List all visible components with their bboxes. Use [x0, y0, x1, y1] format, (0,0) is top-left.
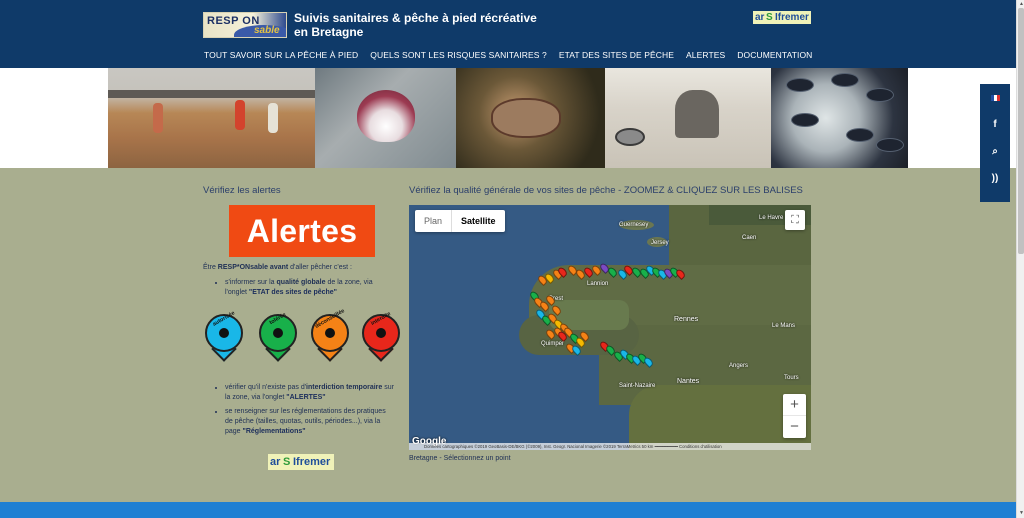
- nav-item-documentation[interactable]: DOCUMENTATION: [737, 50, 812, 64]
- alerts-section-title: Vérifiez les alertes: [203, 185, 281, 196]
- photo-kids-beach: [108, 68, 315, 168]
- map-type-satellite-button[interactable]: Satellite: [451, 210, 505, 232]
- etat-sites-link[interactable]: "ETAT des sites de pêche": [249, 289, 337, 296]
- list-item: s'informer sur la qualité globale de la …: [225, 278, 395, 298]
- pin-interdite-icon: interdite: [362, 311, 400, 368]
- reglementations-link[interactable]: "Réglementations": [243, 428, 306, 435]
- scroll-down-icon[interactable]: ▼: [1019, 510, 1024, 516]
- photo-cockle-shell: [315, 68, 456, 168]
- map-section-title: Vérifiez la qualité générale de vos site…: [409, 185, 803, 196]
- photo-fisherman: [605, 68, 771, 168]
- map-label-quimper: Quimper: [541, 341, 565, 347]
- list-item: se renseigner sur les réglementations de…: [225, 407, 395, 437]
- nav-item-alertes[interactable]: ALERTES: [686, 50, 725, 64]
- map-label-jersey: Jersey: [651, 240, 669, 246]
- map-label-caen: Caen: [742, 235, 757, 241]
- zoom-in-button[interactable]: +: [783, 394, 806, 416]
- map-label-rennes: Rennes: [674, 316, 699, 323]
- site-title[interactable]: Suivis sanitaires & pêche à pied récréat…: [294, 11, 554, 39]
- map-label-nantes: Nantes: [677, 378, 700, 385]
- search-icon[interactable]: ⌕: [980, 138, 1010, 165]
- map-label-lehavre: Le Havre: [759, 215, 784, 221]
- bullet-list-2: vérifier qu'il n'existe pas d'interdicti…: [215, 383, 395, 441]
- map-caption: Bretagne - Sélectionnez un point: [409, 455, 511, 462]
- partner-logo-bottom[interactable]: ar S Ifremer: [268, 454, 334, 470]
- map-label-guernesey: Guernesey: [619, 222, 649, 228]
- photo-crab: [456, 68, 605, 168]
- scroll-up-icon[interactable]: ▲: [1019, 1, 1024, 7]
- scroll-thumb[interactable]: [1018, 8, 1024, 254]
- nav-item-etat-sites[interactable]: ETAT DES SITES DE PÊCHE: [559, 50, 674, 64]
- bullet-list-1: s'informer sur la qualité globale de la …: [215, 278, 395, 298]
- logo-text: RESP ON: [207, 15, 260, 27]
- site-header: RESP ON sable Suivis sanitaires & pêche …: [0, 0, 1016, 68]
- map-label-angers: Angers: [729, 363, 749, 369]
- social-sidebar: f ⌕ )): [980, 84, 1010, 202]
- page-scrollbar[interactable]: ▲ ▼: [1016, 0, 1024, 518]
- map-label-tours: Tours: [784, 375, 799, 381]
- alertes-link[interactable]: "ALERTES": [286, 394, 325, 401]
- photo-mussels: [771, 68, 908, 168]
- nav-item-peche-a-pied[interactable]: TOUT SAVOIR SUR LA PÊCHE À PIED: [204, 50, 358, 64]
- map-type-plan-button[interactable]: Plan: [415, 210, 451, 232]
- logo-text-script: sable: [254, 25, 280, 36]
- flag-fr-icon[interactable]: [980, 84, 1010, 111]
- map-label-saintnazaire: Saint-Nazaire: [619, 383, 656, 389]
- list-item: vérifier qu'il n'existe pas d'interdicti…: [225, 383, 395, 403]
- intro-text: Être RESP*ONsable avant d'aller pêcher c…: [203, 264, 352, 271]
- map-attribution[interactable]: Données cartographiques ©2019 GeoBasis-D…: [409, 443, 811, 450]
- map-label-lemans: Le Mans: [772, 323, 796, 329]
- photo-banner: [0, 68, 1016, 168]
- quality-legend-pins: autorisée tolérée déconseillée interdite: [204, 308, 404, 370]
- zoom-out-button[interactable]: −: [783, 416, 806, 438]
- map-label-lannion: Lannion: [587, 281, 609, 287]
- sites-map[interactable]: Plan Satellite ⛶ Guernesey Jersey Le Hav…: [409, 205, 811, 450]
- site-logo[interactable]: RESP ON sable: [203, 12, 287, 38]
- nav-item-risques-sanitaires[interactable]: QUELS SONT LES RISQUES SANITAIRES ?: [370, 50, 547, 64]
- facebook-icon[interactable]: f: [980, 111, 1010, 138]
- pin-toleree-icon: tolérée: [259, 312, 297, 368]
- alertes-button[interactable]: Alertes: [229, 205, 375, 257]
- zoom-control: + −: [783, 394, 806, 438]
- pin-deconseillee-icon: déconseillée: [311, 308, 349, 368]
- partner-logo-top[interactable]: ar S Ifremer: [753, 11, 811, 24]
- map-type-toggle: Plan Satellite: [415, 210, 505, 232]
- rss-icon[interactable]: )): [980, 165, 1010, 192]
- pin-autorisee-icon: autorisée: [205, 310, 243, 368]
- main-nav: TOUT SAVOIR SUR LA PÊCHE À PIED QUELS SO…: [204, 50, 824, 64]
- site-footer: [0, 502, 1016, 518]
- fullscreen-icon[interactable]: ⛶: [785, 210, 805, 230]
